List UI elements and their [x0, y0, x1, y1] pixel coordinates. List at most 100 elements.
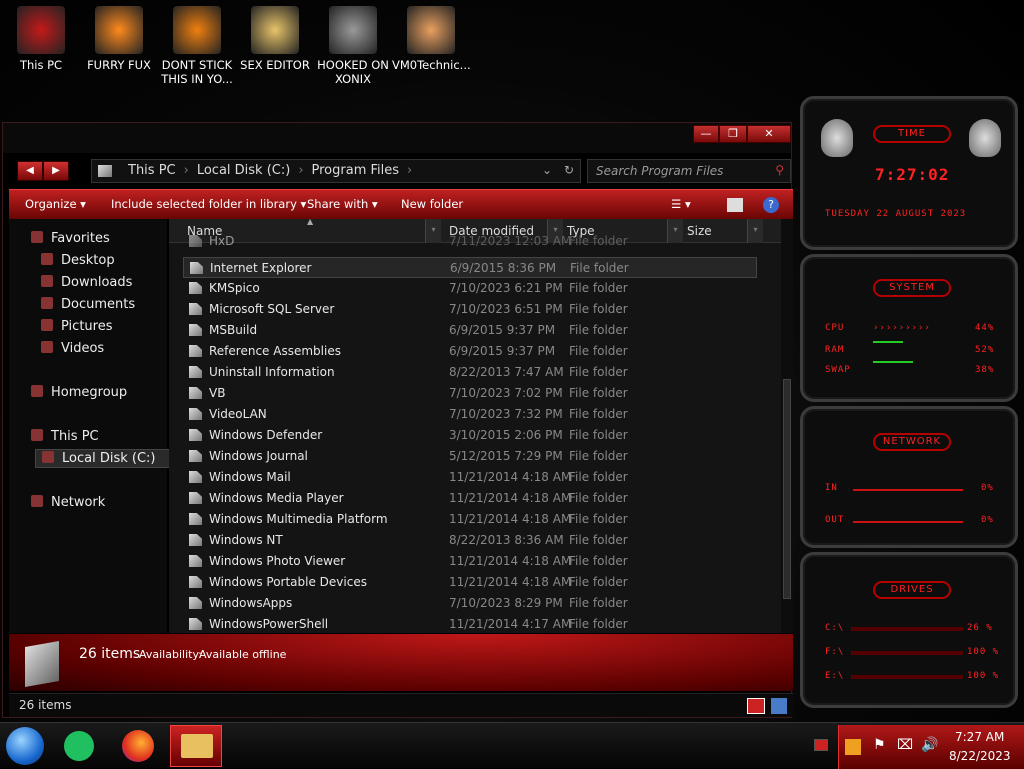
start-orb-icon[interactable]: [6, 727, 44, 765]
folder-icon: [189, 576, 202, 588]
desktop-icon[interactable]: SEX EDITOR: [236, 6, 314, 72]
sidebar-item-documents[interactable]: Documents: [41, 297, 135, 312]
refresh-icon[interactable]: ↻: [564, 163, 574, 177]
sidebar-item-downloads[interactable]: Downloads: [41, 275, 132, 290]
table-row[interactable]: Windows Mail 11/21/2014 4:18 AM File folde…: [183, 467, 757, 488]
clock-time[interactable]: 7:27 AM: [955, 730, 1004, 744]
table-row[interactable]: HxD 7/11/2023 12:03 AM File folder: [183, 231, 757, 252]
table-row[interactable]: WindowsApps 7/10/2023 8:29 PM File folder: [183, 593, 757, 614]
volume-icon[interactable]: 🔊: [921, 737, 938, 753]
desktop-icon[interactable]: HOOKED ON XONIX: [314, 6, 392, 86]
table-row[interactable]: VideoLAN 7/10/2023 7:32 PM File folder: [183, 404, 757, 425]
table-row[interactable]: Uninstall Information 8/22/2013 7:47 AM Fi…: [183, 362, 757, 383]
breadcrumb-item[interactable]: Program Files: [312, 163, 400, 178]
system-panel: SYSTEM CPU ››››››››› 44% RAM 52% SWAP 38…: [800, 254, 1018, 402]
organize-button[interactable]: Organize ▾: [25, 197, 86, 211]
desktop: This PC FURRY FUX DONT STICK THIS IN YO...…: [0, 0, 1024, 769]
vertical-scrollbar[interactable]: [781, 219, 793, 633]
back-button[interactable]: ◀: [17, 161, 43, 181]
time-panel: TIME 7:27:02 TUESDAY 22 AUGUST 2023: [800, 96, 1018, 250]
sidebar-local-disk[interactable]: Local Disk (C:): [35, 449, 185, 468]
table-row[interactable]: Reference Assemblies 6/9/2015 9:37 PM File…: [183, 341, 757, 362]
table-row[interactable]: Microsoft SQL Server 7/10/2023 6:51 PM Fil…: [183, 299, 757, 320]
desktop-icon[interactable]: VM0Technic...: [392, 6, 471, 72]
chevron-down-icon[interactable]: ⌄: [542, 163, 552, 177]
folder-icon: [189, 471, 202, 483]
sidebar-network-icon: [31, 495, 43, 507]
preview-pane-icon[interactable]: [727, 198, 743, 212]
firefox-icon[interactable]: [122, 730, 154, 762]
table-row[interactable]: Internet Explorer 6/9/2015 8:36 PM File fo…: [183, 257, 757, 278]
share-with-button[interactable]: Share with ▾: [307, 197, 378, 211]
view-options-icon[interactable]: ☰ ▾: [671, 197, 691, 211]
flag-icon[interactable]: ⚑: [873, 737, 886, 753]
folder-icon: [189, 450, 202, 462]
show-hidden-tray-icon[interactable]: [814, 739, 828, 751]
table-row[interactable]: Windows Photo Viewer 11/21/2014 4:18 AM Fi…: [183, 551, 757, 572]
table-row[interactable]: KMSpico 7/10/2023 6:21 PM File folder: [183, 278, 757, 299]
address-bar[interactable]: This PC › Local Disk (C:) › Program Files › ⌄…: [91, 159, 581, 183]
sidebar-homegroup[interactable]: Homegroup: [31, 385, 127, 400]
table-row[interactable]: VB 7/10/2023 7:02 PM File folder: [183, 383, 757, 404]
breadcrumb-item[interactable]: Local Disk (C:): [197, 163, 290, 178]
app-tray-icon[interactable]: [845, 739, 861, 755]
search-input[interactable]: Search Program Files ⚲: [587, 159, 791, 183]
file-date: 6/9/2015 9:37 PM: [449, 344, 556, 358]
table-row[interactable]: Windows Media Player 11/21/2014 4:18 AM Fi…: [183, 488, 757, 509]
breadcrumb-item[interactable]: This PC: [128, 163, 176, 178]
drive-value: 100 %: [967, 647, 1000, 657]
breadcrumb-separator-icon[interactable]: ›: [298, 163, 303, 178]
table-row[interactable]: MSBuild 6/9/2015 9:37 PM File folder: [183, 320, 757, 341]
desktop-icon[interactable]: This PC: [2, 6, 80, 72]
folder-icon: [189, 618, 202, 630]
minimize-button[interactable]: —: [693, 125, 719, 143]
folder-icon: [181, 734, 213, 758]
file-name: Windows Media Player: [209, 491, 344, 505]
table-row[interactable]: Windows Portable Devices 11/21/2014 4:18 …: [183, 572, 757, 593]
scrollbar-thumb[interactable]: [783, 379, 791, 599]
sidebar-item-desktop[interactable]: Desktop: [41, 253, 115, 268]
command-bar: Organize ▾ Include selected folder in li…: [9, 189, 793, 219]
table-row[interactable]: Windows NT 8/22/2013 8:36 AM File folder: [183, 530, 757, 551]
ram-graph: [873, 341, 903, 343]
file-explorer-icon[interactable]: [170, 725, 222, 767]
maximize-button[interactable]: ❐: [719, 125, 747, 143]
help-icon[interactable]: ?: [763, 197, 779, 213]
share-label: Share with: [307, 197, 369, 211]
table-row[interactable]: Windows Journal 5/12/2015 7:29 PM File fol…: [183, 446, 757, 467]
file-name: Microsoft SQL Server: [209, 302, 335, 316]
availability-label: Availability:: [139, 648, 202, 661]
file-type: File folder: [569, 281, 628, 295]
time-display: 7:27:02: [875, 165, 950, 184]
network-panel: NETWORK IN 0% OUT 0%: [800, 406, 1018, 548]
title-bar[interactable]: — ❐ ✕: [3, 123, 791, 153]
large-icons-view-icon[interactable]: [771, 698, 787, 714]
forward-button[interactable]: ▶: [43, 161, 69, 181]
new-folder-button[interactable]: New folder: [401, 197, 463, 211]
sidebar-favorites[interactable]: Favorites: [31, 231, 110, 246]
table-row[interactable]: Windows Multimedia Platform 11/21/2014 4:…: [183, 509, 757, 530]
clock-date[interactable]: 8/22/2023: [949, 749, 1011, 763]
out-graph: [853, 521, 963, 523]
file-date: 7/10/2023 6:21 PM: [449, 281, 563, 295]
include-in-library-button[interactable]: Include selected folder in library ▾: [111, 197, 306, 211]
sidebar-this-pc-label: This PC: [51, 429, 99, 444]
table-row[interactable]: WindowsPowerShell 11/21/2014 4:17 AM File …: [183, 614, 757, 633]
sidebar-item-pictures[interactable]: Pictures: [41, 319, 112, 334]
chat-app-icon[interactable]: [64, 731, 94, 761]
sidebar-this-pc[interactable]: This PC: [31, 429, 99, 444]
network-icon[interactable]: ⌧: [897, 737, 913, 753]
sidebar-network[interactable]: Network: [31, 495, 105, 510]
desktop-icon[interactable]: DONT STICK THIS IN YO...: [158, 6, 236, 86]
details-view-icon[interactable]: [747, 698, 765, 714]
desktop-icon[interactable]: FURRY FUX: [80, 6, 158, 72]
breadcrumb-separator-icon[interactable]: ›: [184, 163, 189, 178]
close-button[interactable]: ✕: [747, 125, 791, 143]
breadcrumb-separator-icon[interactable]: ›: [407, 163, 412, 178]
file-name: Internet Explorer: [210, 261, 312, 275]
table-row[interactable]: Windows Defender 3/10/2015 2:06 PM File fo…: [183, 425, 757, 446]
file-name: VideoLAN: [209, 407, 267, 421]
ram-value: 52%: [975, 345, 995, 355]
folder-icon: [189, 387, 202, 399]
sidebar-item-videos[interactable]: Videos: [41, 341, 104, 356]
